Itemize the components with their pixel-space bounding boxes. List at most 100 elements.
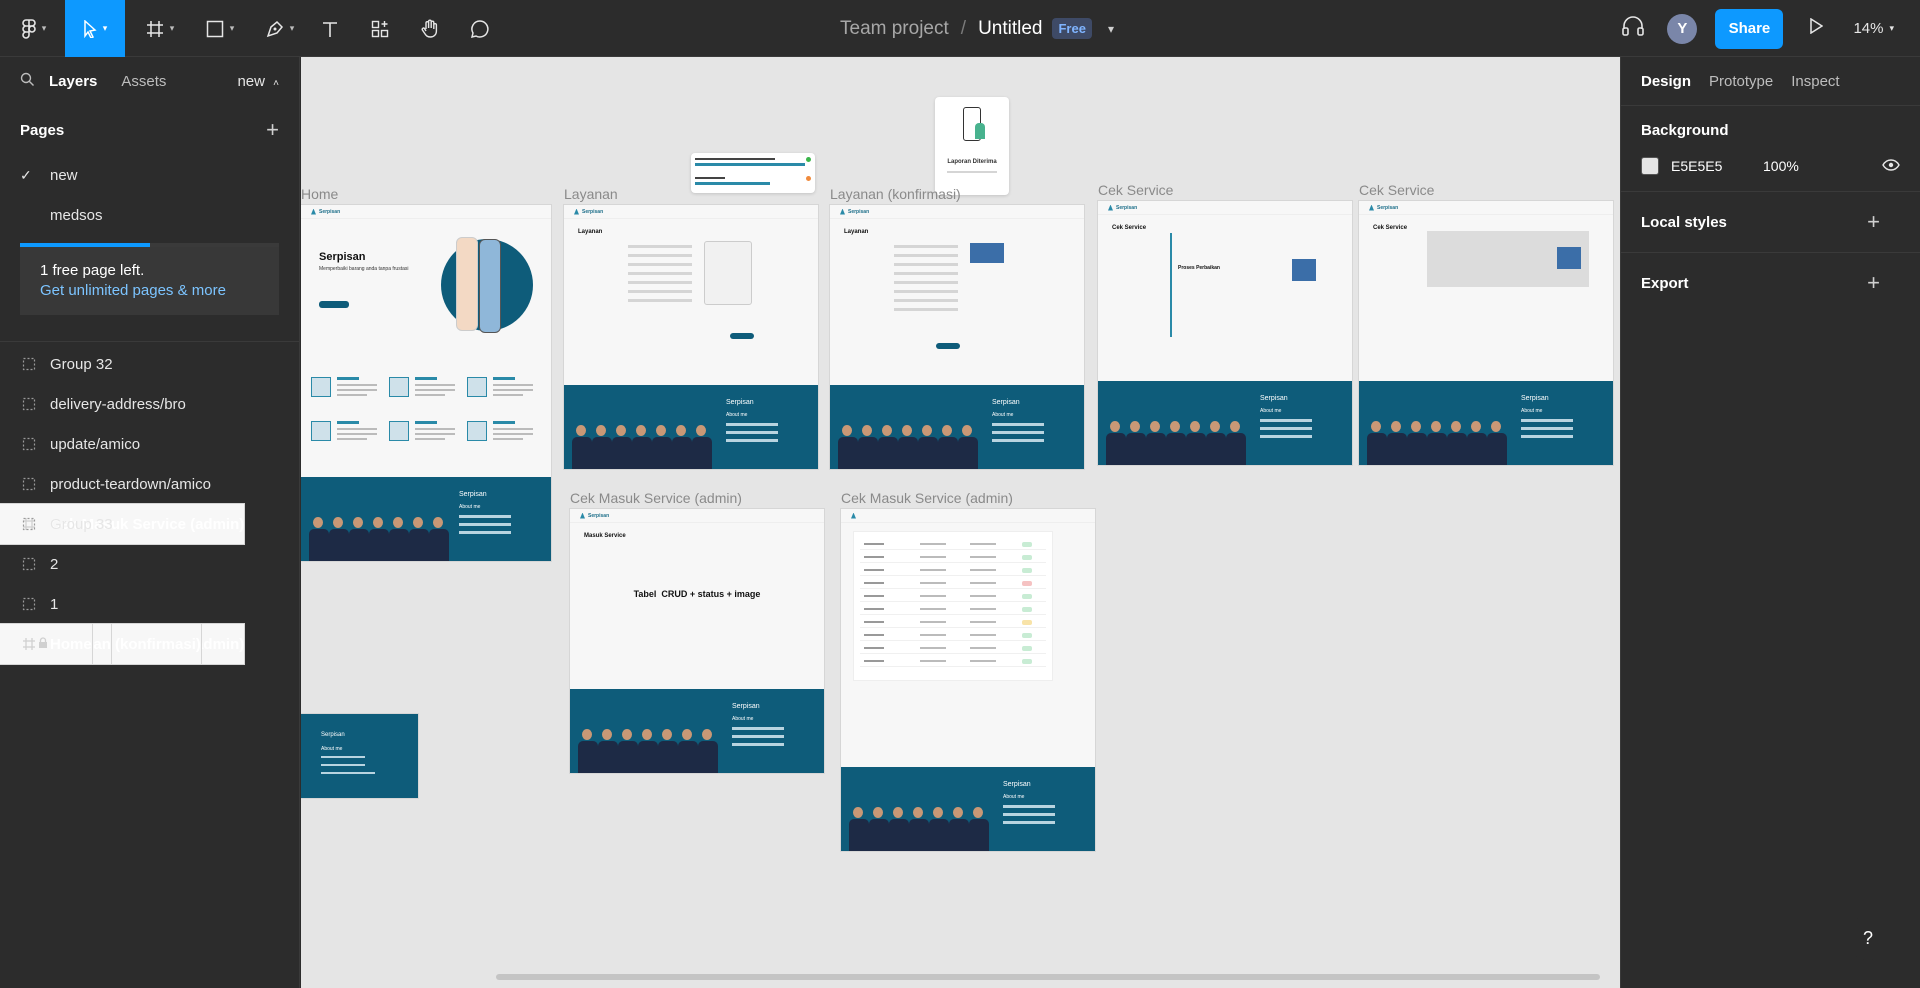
team-member: [949, 807, 969, 851]
main-menu-button[interactable]: ▾: [10, 0, 58, 57]
team-photo: [849, 807, 989, 851]
group-32[interactable]: [691, 153, 815, 193]
frame-label-layanan[interactable]: Layanan: [564, 186, 618, 202]
group-33[interactable]: Serpisan About me: [301, 714, 418, 798]
frame-footer: Serpisan About me: [1359, 381, 1613, 465]
team-photo: [309, 517, 449, 561]
chevron-down-icon: ▾: [1889, 23, 1894, 33]
headphones-icon[interactable]: [1621, 15, 1645, 42]
help-button[interactable]: ?: [1846, 916, 1890, 960]
layer-item[interactable]: delivery-address/bro: [0, 384, 299, 424]
background-hex-input[interactable]: E5E5E5: [1671, 158, 1763, 174]
table-row: [860, 579, 1046, 589]
tab-layers[interactable]: Layers: [49, 73, 97, 90]
team-member: [1206, 421, 1226, 465]
submit-button: [936, 343, 960, 349]
frame-label-home[interactable]: Home: [301, 186, 338, 202]
page-selector[interactable]: new ˄: [237, 73, 279, 90]
pointer-icon: [83, 19, 97, 38]
zoom-dropdown[interactable]: 14% ▾: [1853, 20, 1894, 37]
horizontal-scrollbar[interactable]: [496, 974, 1600, 980]
logo-icon: [311, 208, 316, 215]
frame-label-cek-masuk-service[interactable]: Cek Masuk Service (admin): [570, 490, 742, 506]
search-icon[interactable]: [20, 72, 35, 91]
tab-prototype[interactable]: Prototype: [1709, 73, 1773, 90]
page-item-new[interactable]: ✓ new: [0, 155, 299, 195]
team-member: [652, 425, 672, 469]
shape-tool-button[interactable]: ▾: [198, 0, 242, 57]
frame-label-cek-service[interactable]: Cek Service: [1098, 182, 1173, 198]
team-member: [692, 425, 712, 469]
layer-item[interactable]: Group 33: [0, 504, 299, 544]
chevron-down-icon[interactable]: ▾: [1108, 22, 1114, 36]
phone-image: [479, 239, 501, 333]
team-member: [1447, 421, 1467, 465]
team-member: [592, 425, 612, 469]
tab-design[interactable]: Design: [1641, 73, 1691, 90]
footer-brand: Serpisan: [1003, 781, 1031, 788]
comment-icon: [470, 19, 490, 39]
frame-footer: Serpisan About me: [830, 385, 1084, 469]
layer-item[interactable]: 1: [0, 584, 299, 624]
hand-tool-button[interactable]: [418, 0, 442, 57]
frame-home[interactable]: Serpisan Serpisan Memperbaiki barang and…: [301, 205, 551, 561]
frame-tool-button[interactable]: ▾: [138, 0, 182, 57]
team-name[interactable]: Team project: [840, 18, 949, 40]
background-opacity-input[interactable]: 100%: [1763, 158, 1799, 174]
team-member: [898, 425, 918, 469]
lock-icon[interactable]: [38, 636, 48, 652]
move-tool-button[interactable]: ▾: [65, 0, 125, 57]
frame-label-cek-masuk-service[interactable]: Cek Masuk Service (admin): [841, 490, 1013, 506]
resources-tool-button[interactable]: [368, 0, 392, 57]
frame-cek-service[interactable]: Serpisan Cek Service Proses Perbaikan Se…: [1098, 201, 1352, 465]
share-button[interactable]: Share: [1715, 8, 1784, 49]
design-canvas[interactable]: Laporan Diterima Home Layanan Layanan (k…: [301, 57, 1620, 988]
layer-item[interactable]: 2: [0, 544, 299, 584]
frame-label-cek-service[interactable]: Cek Service: [1359, 182, 1434, 198]
add-export-icon[interactable]: +: [1867, 270, 1880, 296]
add-style-icon[interactable]: +: [1867, 209, 1880, 235]
layer-label: product-teardown/amico: [50, 475, 211, 493]
team-member: [389, 517, 409, 561]
brand-name: Serpisan: [1116, 204, 1138, 211]
laporan-diterima-frame[interactable]: Laporan Diterima: [935, 97, 1009, 195]
frame-layanan[interactable]: Serpisan Layanan Serpisan About me: [564, 205, 818, 469]
upgrade-link[interactable]: Get unlimited pages & more: [40, 281, 259, 301]
file-name[interactable]: Untitled: [978, 18, 1042, 40]
comment-tool-button[interactable]: [468, 0, 492, 57]
features-grid: [311, 375, 541, 445]
frame-label-layanan-konfirmasi[interactable]: Layanan (konfirmasi): [830, 186, 961, 202]
layers-list: Group 32 delivery-address/bro update/amico…: [0, 342, 299, 664]
frame-cek-masuk-service-admin[interactable]: Serpisan About me: [841, 509, 1095, 851]
team-member: [612, 425, 632, 469]
eye-icon[interactable]: [1882, 158, 1900, 174]
local-styles-title: Local styles: [1641, 213, 1727, 231]
layer-item[interactable]: Group 32: [0, 344, 299, 384]
export-section: Export +: [1621, 252, 1920, 313]
frame-icon: [22, 637, 36, 651]
present-play-icon[interactable]: [1809, 17, 1824, 39]
layer-item[interactable]: Home: [0, 624, 92, 664]
frame-cek-service[interactable]: Serpisan Cek Service Serpisan About me: [1359, 201, 1613, 465]
layer-item[interactable]: update/amico: [0, 424, 299, 464]
form-fields: [628, 239, 692, 302]
tab-assets[interactable]: Assets: [121, 73, 166, 90]
color-swatch[interactable]: [1641, 157, 1659, 175]
frame-cek-masuk-service-admin[interactable]: Serpisan Masuk Service Tabel CRUD + stat…: [570, 509, 824, 773]
team-member: [369, 517, 389, 561]
progress-bar-1: [695, 163, 805, 166]
plan-badge[interactable]: Free: [1052, 18, 1092, 39]
person-illustration: [975, 123, 985, 139]
text-tool-button[interactable]: [318, 0, 342, 57]
layer-item[interactable]: product-teardown/amico: [0, 464, 299, 504]
brand-name: Serpisan: [848, 208, 870, 215]
frame-layanan-konfirmasi[interactable]: Serpisan Layanan Serpisan About me: [830, 205, 1084, 469]
avatar[interactable]: Y: [1667, 13, 1698, 44]
laporan-desc: [947, 171, 997, 173]
laporan-title: Laporan Diterima: [947, 159, 997, 165]
add-page-icon[interactable]: +: [266, 117, 279, 143]
tab-inspect[interactable]: Inspect: [1791, 73, 1839, 90]
pen-tool-button[interactable]: ▾: [258, 0, 302, 57]
page-item-medsos[interactable]: medsos: [0, 195, 299, 235]
footer-brand: Serpisan: [321, 732, 345, 738]
